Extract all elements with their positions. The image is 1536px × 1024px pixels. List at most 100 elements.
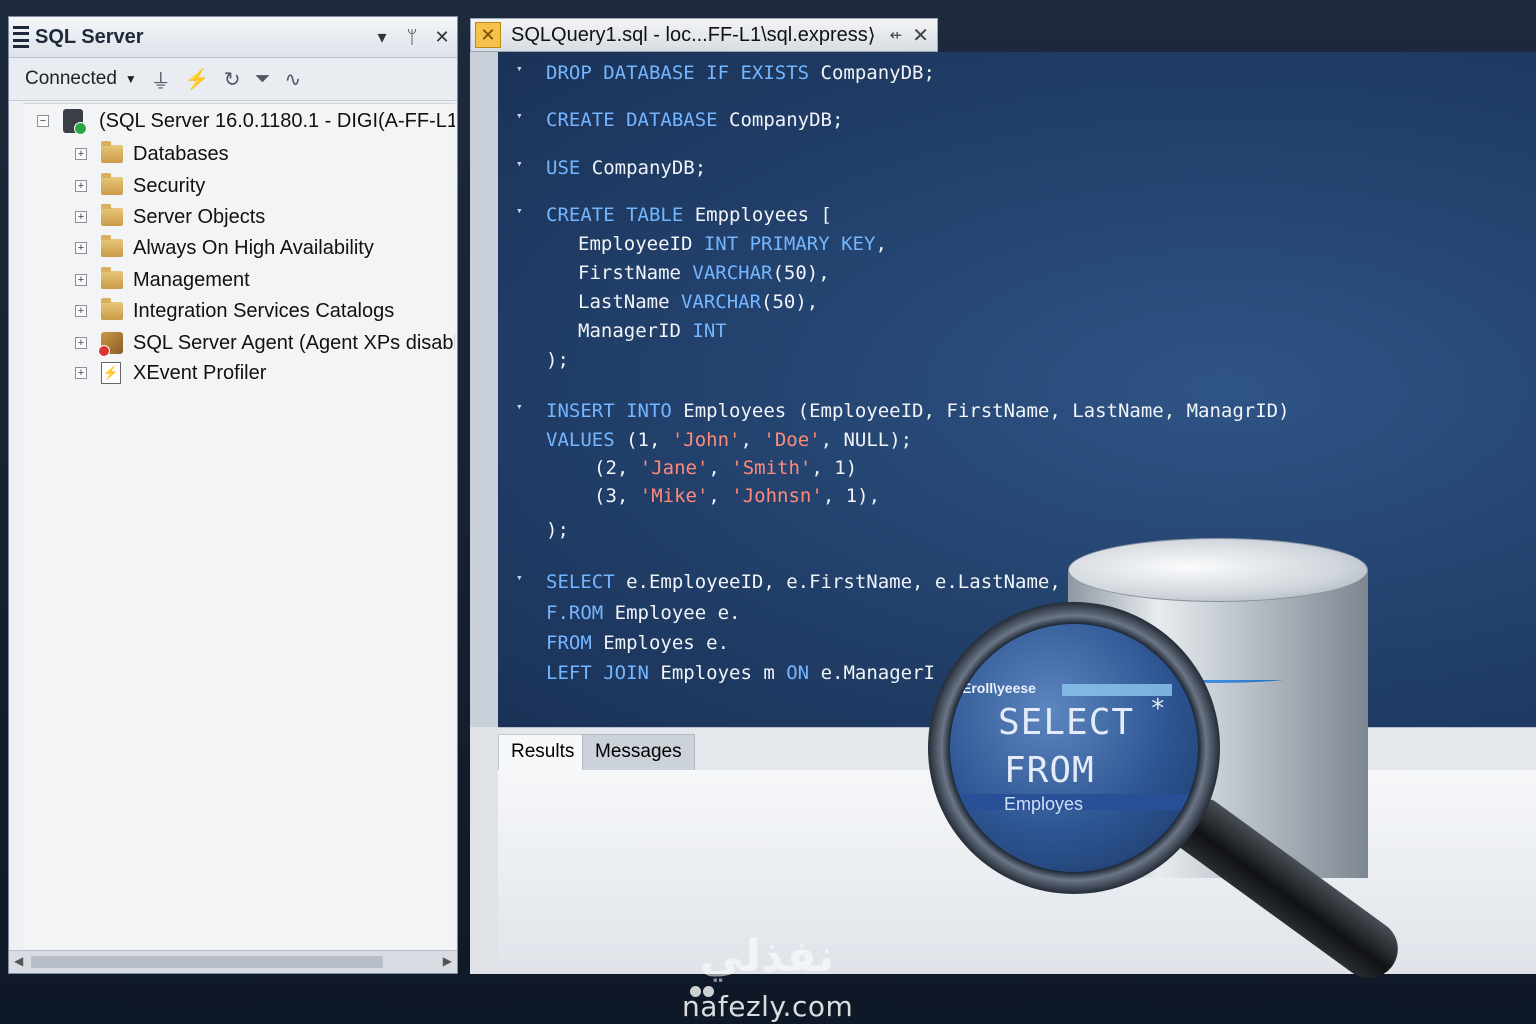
object-explorer-tree: − (SQL Server 16.0.1180.1 - DIGI(A-FF-L1… bbox=[23, 103, 455, 949]
fold-toggle-icon[interactable]: ▾ bbox=[516, 109, 523, 122]
expand-icon[interactable]: + bbox=[75, 367, 87, 379]
sql-keyword: USE bbox=[546, 157, 581, 179]
sql-text: ); bbox=[546, 519, 569, 541]
sql-keyword: VARCHAR bbox=[680, 291, 762, 313]
pin-icon[interactable]: ᛘ bbox=[397, 27, 427, 48]
tree-node-label: Server Objects bbox=[133, 205, 266, 228]
expand-icon[interactable]: + bbox=[75, 305, 87, 317]
collapse-icon[interactable]: − bbox=[37, 115, 49, 127]
scroll-left-icon[interactable]: ◀ bbox=[14, 954, 23, 968]
code-line: DROP DATABASE IF EXISTS CompanyDB; bbox=[546, 60, 935, 86]
sql-string: 'Mike' bbox=[639, 485, 709, 507]
sql-text: e.ManagerI bbox=[809, 662, 935, 684]
scroll-right-icon[interactable]: ▶ bbox=[443, 954, 452, 968]
sql-text: (2, bbox=[594, 457, 640, 479]
tree-node-label: (SQL Server 16.0.1180.1 - DIGI(A-FF-L1/x… bbox=[99, 109, 455, 132]
sql-text: CompanyDB; bbox=[717, 109, 844, 131]
tree-node-sql-agent[interactable]: + SQL Server Agent (Agent XPs disable) bbox=[75, 328, 455, 358]
horizontal-scrollbar[interactable]: ◀ ▶ bbox=[9, 950, 457, 973]
refresh-icon[interactable]: ↻ bbox=[224, 67, 241, 92]
tree-node-databases[interactable]: + Databases bbox=[75, 139, 229, 169]
expand-icon[interactable]: + bbox=[75, 337, 87, 349]
tab-results[interactable]: Results bbox=[498, 734, 588, 770]
sql-text: ManagerID bbox=[578, 320, 693, 342]
close-icon[interactable]: ✕ bbox=[427, 27, 457, 48]
chevron-down-icon[interactable]: ▼ bbox=[125, 72, 137, 86]
sql-keyword: VARCHAR bbox=[692, 262, 773, 284]
tree-node-server-objects[interactable]: + Server Objects bbox=[75, 202, 265, 232]
code-line: EmployeeID INT PRIMARY KEY, bbox=[578, 231, 887, 257]
sql-keyword: CREATE TABLE bbox=[546, 204, 684, 226]
sql-file-icon: ✕ bbox=[475, 22, 501, 48]
sql-keyword: VALUES bbox=[546, 429, 615, 451]
magnifying-glass-icon: Eroll\yeese SELECT * FROM Employes bbox=[928, 602, 1220, 894]
code-line: (2, 'Jane', 'Smith', 1) bbox=[594, 455, 857, 481]
object-explorer-title-bar: SQL Server ▾ ᛘ ✕ bbox=[9, 17, 457, 58]
tree-node-xevent-profiler[interactable]: + ⚡ XEvent Profiler bbox=[75, 358, 266, 388]
sql-keyword: F.ROM bbox=[546, 602, 604, 624]
sql-text: , bbox=[875, 233, 887, 255]
disconnect-icon[interactable]: ⚡ bbox=[185, 67, 210, 92]
editor-tab-bar: ✕ SQLQuery1.sql - loc...FF-L1\sql.expres… bbox=[470, 18, 1536, 52]
code-line: CREATE DATABASE CompanyDB; bbox=[546, 107, 843, 133]
disk-top bbox=[1068, 538, 1368, 602]
tree-node-integration-services[interactable]: + Integration Services Catalogs bbox=[75, 296, 394, 326]
fold-toggle-icon[interactable]: ▾ bbox=[516, 571, 523, 584]
sql-text: e.EmployeeID, e.FirstName, e.LastName, bbox=[614, 571, 1061, 593]
sql-keyword: INT PRIMARY KEY bbox=[703, 233, 876, 255]
tab-title: SQLQuery1.sql - loc...FF-L1\sql.express bbox=[511, 23, 868, 46]
tree-node-label: XEvent Profiler bbox=[133, 361, 267, 384]
code-line: LEFT JOIN Employes m ON e.ManagerI bbox=[546, 660, 935, 686]
fold-toggle-icon[interactable]: ▾ bbox=[516, 62, 523, 75]
connect-plug-icon[interactable]: ⏚ bbox=[151, 65, 171, 94]
connect-dropdown[interactable]: Connected bbox=[25, 68, 117, 90]
tree-node-label: SQL Server Agent (Agent XPs disable) bbox=[133, 331, 455, 354]
sql-text: , NULL); bbox=[820, 429, 913, 451]
server-icon bbox=[63, 109, 87, 135]
tree-node-server[interactable]: − (SQL Server 16.0.1180.1 - DIGI(A-FF-L1… bbox=[37, 106, 455, 136]
sql-text: EmployeeID bbox=[578, 233, 704, 255]
close-tab-icon[interactable]: ✕ bbox=[912, 23, 929, 48]
sql-text: (50), bbox=[772, 262, 830, 284]
tree-node-always-on[interactable]: + Always On High Availability bbox=[75, 233, 374, 263]
watermark-url: nafezly.com bbox=[682, 990, 854, 1023]
sql-text: , bbox=[740, 429, 764, 451]
sql-string: 'John' bbox=[671, 429, 741, 451]
fold-toggle-icon[interactable]: ▾ bbox=[516, 157, 523, 170]
sql-keyword: SELECT bbox=[546, 571, 615, 593]
fold-toggle-icon[interactable]: ▾ bbox=[516, 204, 523, 217]
sql-text: Employees (EmployeeID, FirstName, LastNa… bbox=[671, 400, 1290, 422]
pin-tab-icon[interactable]: ⇷ bbox=[890, 26, 903, 44]
activity-monitor-icon[interactable]: ∿ bbox=[284, 67, 301, 92]
expand-icon[interactable]: + bbox=[75, 274, 87, 286]
expand-icon[interactable]: + bbox=[75, 148, 87, 160]
tab-messages[interactable]: Messages bbox=[582, 734, 695, 770]
scrollbar-thumb[interactable] bbox=[31, 956, 383, 968]
editor-gutter bbox=[470, 52, 498, 727]
sql-string: 'Jane' bbox=[639, 457, 709, 479]
tab-sqlquery1[interactable]: ✕ SQLQuery1.sql - loc...FF-L1\sql.expres… bbox=[470, 18, 938, 52]
fold-toggle-icon[interactable]: ▾ bbox=[516, 400, 523, 413]
expand-icon[interactable]: + bbox=[75, 211, 87, 223]
lens-select-text: SELECT bbox=[998, 702, 1135, 743]
sql-keyword: FROM bbox=[546, 632, 592, 654]
expand-icon[interactable]: + bbox=[75, 242, 87, 254]
code-line: ); bbox=[546, 517, 569, 543]
code-line: VALUES (1, 'John', 'Doe', NULL); bbox=[546, 427, 912, 453]
sql-text: , 1), bbox=[822, 485, 881, 507]
lens-row-text: Employes bbox=[1004, 794, 1084, 814]
tree-node-security[interactable]: + Security bbox=[75, 171, 205, 201]
sql-keyword: ON bbox=[786, 662, 810, 684]
object-explorer-panel: SQL Server ▾ ᛘ ✕ Connected ▼ ⏚ ⚡ ↻ ⏷ ∿ −… bbox=[8, 16, 458, 974]
lens-from-text: FROM bbox=[1004, 750, 1095, 791]
filter-icon[interactable]: ⏷ bbox=[254, 68, 270, 91]
watermark-arabic-logo: نفذلي bbox=[699, 931, 835, 982]
tree-node-management[interactable]: + Management bbox=[75, 265, 250, 295]
sql-text: (50), bbox=[761, 291, 819, 313]
panel-dropdown-icon[interactable]: ▾ bbox=[367, 27, 397, 48]
expand-icon[interactable]: + bbox=[75, 180, 87, 192]
code-line: F.ROM Employee e. bbox=[546, 600, 740, 626]
folder-icon bbox=[101, 235, 123, 257]
sql-text: FirstName bbox=[578, 262, 693, 284]
tree-node-label: Databases bbox=[133, 142, 229, 165]
